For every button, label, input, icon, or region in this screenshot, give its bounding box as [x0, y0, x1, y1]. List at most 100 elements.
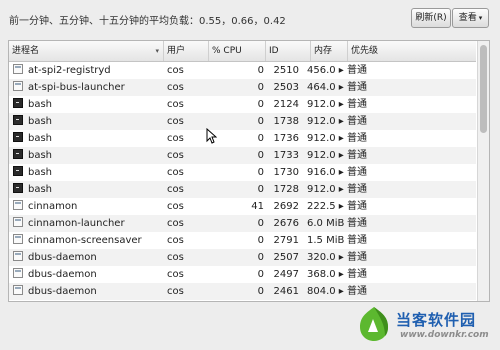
column-header-priority[interactable]: 优先级 — [348, 41, 476, 61]
id-cell: 2124 — [273, 99, 299, 110]
table-row[interactable]: at-spi2-registryd cos 0 2510 456.0 ▸ 普通 — [9, 62, 476, 79]
memory-cell: 804.0 ▸ — [307, 286, 344, 297]
cpu-cell: 0 — [257, 65, 264, 76]
sort-descending-icon: ▾ — [155, 47, 159, 55]
cpu-cell: 0 — [257, 150, 264, 161]
column-label: 优先级 — [351, 46, 379, 56]
cpu-cell: 0 — [257, 252, 264, 263]
id-cell: 1730 — [273, 167, 299, 178]
priority-cell: 普通 — [347, 235, 367, 246]
column-header-user[interactable]: 用户 — [164, 41, 209, 61]
table-row[interactable]: bash cos 0 1738 912.0 ▸ 普通 — [9, 113, 476, 130]
user-cell: cos — [167, 116, 184, 127]
vertical-scrollbar[interactable] — [477, 41, 489, 301]
process-name-cell: bash — [12, 181, 162, 198]
id-cell: 2461 — [273, 286, 299, 297]
user-cell: cos — [167, 201, 184, 212]
id-cell: 1738 — [273, 116, 299, 127]
process-name: bash — [28, 133, 53, 144]
process-name: bash — [28, 116, 53, 127]
table-row[interactable]: cinnamon cos 41 2692 222.5 ▸ 普通 — [9, 198, 476, 215]
process-name: cinnamon-launcher — [28, 218, 125, 229]
refresh-button[interactable]: 刷新(R) — [411, 8, 451, 28]
process-name: at-spi2-registryd — [28, 65, 111, 76]
process-name-cell: dbus-daemon — [12, 266, 162, 283]
id-cell: 1733 — [273, 150, 299, 161]
cpu-cell: 0 — [257, 286, 264, 297]
id-cell: 2676 — [273, 218, 299, 229]
cpu-cell: 0 — [257, 82, 264, 93]
table-row[interactable]: dbus-daemon cos 0 2497 368.0 ▸ 普通 — [9, 266, 476, 283]
user-cell: cos — [167, 269, 184, 280]
cpu-cell: 0 — [257, 116, 264, 127]
id-cell: 2507 — [273, 252, 299, 263]
priority-cell: 普通 — [347, 167, 367, 178]
table-row[interactable]: bash cos 0 1730 916.0 ▸ 普通 — [9, 164, 476, 181]
process-name-cell: cinnamon-screensaver — [12, 232, 162, 249]
table-header: 进程名 ▾ 用户 % CPU ID 内存 优先级 — [9, 41, 476, 62]
table-row[interactable]: bash cos 0 1736 912.0 ▸ 普通 — [9, 130, 476, 147]
memory-cell: 916.0 ▸ — [307, 167, 344, 178]
app-icon — [13, 81, 23, 91]
memory-cell: 222.5 ▸ — [307, 201, 344, 212]
table-row[interactable]: cinnamon-screensaver cos 0 2791 1.5 MiB 普通 — [9, 232, 476, 249]
terminal-icon — [13, 183, 23, 193]
process-name-cell: dbus-daemon — [12, 249, 162, 266]
memory-cell: 456.0 ▸ — [307, 65, 344, 76]
cpu-cell: 0 — [257, 99, 264, 110]
column-header-process-name[interactable]: 进程名 ▾ — [9, 41, 164, 61]
column-header-cpu[interactable]: % CPU — [209, 41, 266, 61]
column-label: 进程名 — [12, 46, 40, 56]
memory-cell: 912.0 ▸ — [307, 184, 344, 195]
process-name-cell: bash — [12, 147, 162, 164]
table-row[interactable]: bash cos 0 1733 912.0 ▸ 普通 — [9, 147, 476, 164]
table-row[interactable]: dbus-daemon cos 0 2507 320.0 ▸ 普通 — [9, 249, 476, 266]
scrollbar-thumb[interactable] — [480, 45, 487, 133]
priority-cell: 普通 — [347, 150, 367, 161]
memory-cell: 368.0 ▸ — [307, 269, 344, 280]
user-cell: cos — [167, 286, 184, 297]
user-cell: cos — [167, 167, 184, 178]
id-cell: 2510 — [273, 65, 299, 76]
user-cell: cos — [167, 252, 184, 263]
process-name: bash — [28, 99, 53, 110]
id-cell: 2503 — [273, 82, 299, 93]
terminal-icon — [13, 115, 23, 125]
process-name: cinnamon — [28, 201, 78, 212]
table-row[interactable]: bash cos 0 1728 912.0 ▸ 普通 — [9, 181, 476, 198]
user-cell: cos — [167, 218, 184, 229]
column-header-memory[interactable]: 内存 — [311, 41, 348, 61]
user-cell: cos — [167, 235, 184, 246]
id-cell: 1728 — [273, 184, 299, 195]
process-name-cell: bash — [12, 130, 162, 147]
process-name: bash — [28, 167, 53, 178]
process-name-cell: at-spi2-registryd — [12, 62, 162, 79]
priority-cell: 普通 — [347, 65, 367, 76]
table-row[interactable]: cinnamon-launcher cos 0 2676 6.0 MiB 普通 — [9, 215, 476, 232]
app-icon — [13, 217, 23, 227]
priority-cell: 普通 — [347, 184, 367, 195]
priority-cell: 普通 — [347, 133, 367, 144]
memory-cell: 1.5 MiB — [307, 235, 345, 246]
column-header-id[interactable]: ID — [266, 41, 311, 61]
priority-cell: 普通 — [347, 252, 367, 263]
view-menu-button[interactable]: 查看 ▾ — [452, 8, 489, 28]
app-icon — [13, 234, 23, 244]
table-row[interactable]: dbus-daemon cos 0 2461 804.0 ▸ 普通 — [9, 283, 476, 300]
process-table[interactable]: 进程名 ▾ 用户 % CPU ID 内存 优先级 at-spi2-registr… — [8, 40, 490, 302]
memory-cell: 912.0 ▸ — [307, 133, 344, 144]
table-row[interactable]: bash cos 0 2124 912.0 ▸ 普通 — [9, 96, 476, 113]
priority-cell: 普通 — [347, 201, 367, 212]
memory-cell: 912.0 ▸ — [307, 150, 344, 161]
column-label: ID — [269, 46, 279, 56]
process-name-cell: bash — [12, 96, 162, 113]
table-row[interactable]: at-spi-bus-launcher cos 0 2503 464.0 ▸ 普通 — [9, 79, 476, 96]
process-name-cell: bash — [12, 113, 162, 130]
cpu-cell: 0 — [257, 184, 264, 195]
memory-cell: 912.0 ▸ — [307, 99, 344, 110]
process-name-cell: cinnamon-launcher — [12, 215, 162, 232]
app-icon — [13, 251, 23, 261]
process-name: bash — [28, 184, 53, 195]
priority-cell: 普通 — [347, 269, 367, 280]
user-cell: cos — [167, 65, 184, 76]
